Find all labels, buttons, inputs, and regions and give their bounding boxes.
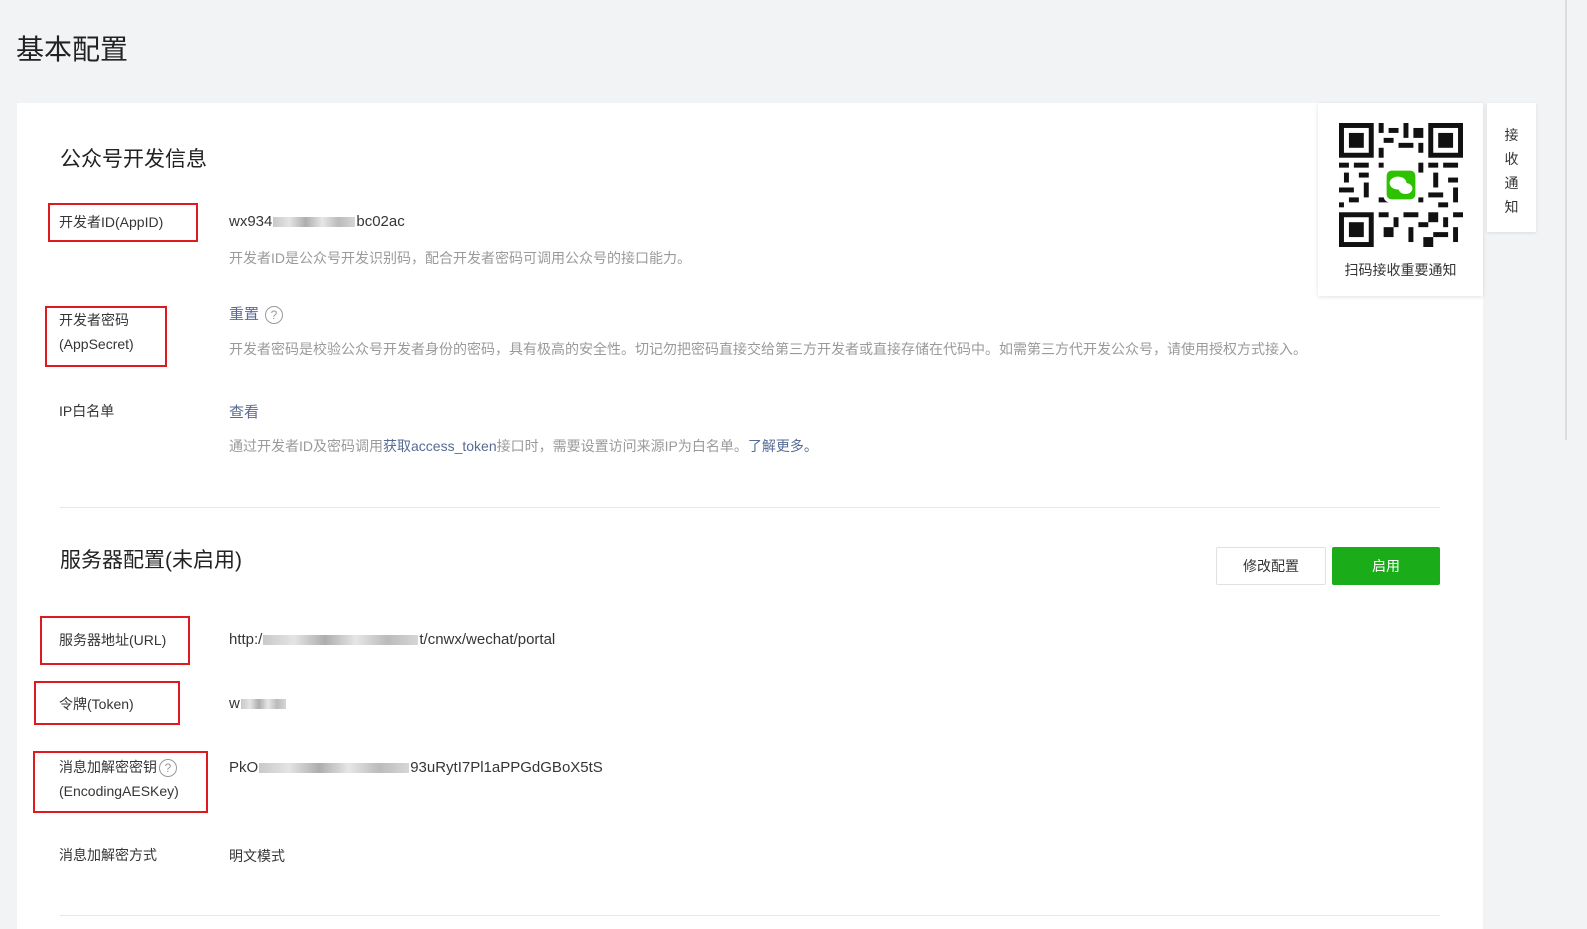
aeskey-label-line1: 消息加解密密钥 (59, 759, 157, 775)
qr-card: 扫码接收重要通知 (1318, 103, 1483, 296)
appid-value: wx934 bc02ac (229, 213, 405, 230)
page-title: 基本配置 (16, 34, 129, 65)
enable-button[interactable]: 启用 (1332, 547, 1440, 585)
aeskey-suffix: 93uRytI7Pl1aPPGdGBoX5tS (410, 759, 603, 776)
aeskey-value: PkO 93uRytI7Pl1aPPGdGBoX5tS (229, 759, 603, 776)
notify-char: 知 (1504, 199, 1519, 215)
token-label: 令牌(Token) (59, 696, 134, 712)
server-url-label: 服务器地址(URL) (59, 632, 167, 648)
redacted-mask (263, 635, 419, 646)
appid-label: 开发者ID(AppID) (59, 214, 164, 230)
secret-label-line1: 开发者密码 (59, 312, 129, 328)
aeskey-label: 消息加解密密钥? (EncodingAESKey) (59, 755, 179, 803)
receive-notification-tab[interactable]: 接 收 通 知 (1487, 103, 1536, 232)
appid-description: 开发者ID是公众号开发识别码，配合开发者密码可调用公众号的接口能力。 (229, 250, 691, 266)
modify-config-button[interactable]: 修改配置 (1216, 547, 1326, 585)
redacted-mask (240, 699, 286, 710)
notify-char: 通 (1504, 175, 1519, 191)
help-icon[interactable]: ? (159, 759, 177, 778)
notify-char: 接 (1504, 127, 1519, 143)
dev-info-title: 公众号开发信息 (60, 148, 207, 171)
ip-whitelist-label: IP白名单 (59, 403, 115, 419)
appid-value-suffix: bc02ac (356, 213, 405, 230)
learn-more-link[interactable]: 了解更多。 (748, 438, 818, 454)
ip-desc-text-2: 接口时，需要设置访问来源IP为白名单。 (496, 438, 748, 454)
token-value: w (229, 695, 287, 712)
notify-char: 收 (1504, 151, 1519, 167)
help-icon[interactable]: ? (265, 306, 284, 325)
token-prefix: w (229, 695, 240, 712)
section-divider (60, 507, 1440, 508)
url-suffix: t/cnwx/wechat/portal (419, 631, 556, 648)
qr-caption: 扫码接收重要通知 (1344, 262, 1457, 278)
encrypt-mode-label: 消息加解密方式 (59, 847, 157, 863)
ip-actions: 查看 (229, 401, 259, 422)
secret-label: 开发者密码 (AppSecret) (59, 308, 134, 356)
config-card: 公众号开发信息 开发者ID(AppID) wx934 bc02ac 开发者ID是公… (17, 103, 1483, 929)
secret-actions: 重置? (229, 303, 284, 325)
access-token-link[interactable]: 获取access_token (383, 438, 497, 454)
server-url-value: http:/ t/cnwx/wechat/portal (229, 631, 555, 648)
redacted-mask (273, 217, 356, 228)
qr-code-image (1339, 123, 1463, 247)
secret-label-line2: (AppSecret) (59, 336, 134, 352)
section-divider-bottom (60, 915, 1440, 916)
encrypt-mode-value: 明文模式 (229, 848, 285, 864)
aeskey-prefix: PkO (229, 759, 259, 776)
secret-description: 开发者密码是校验公众号开发者身份的密码，具有极高的安全性。切记勿把密码直接交给第… (229, 341, 1307, 357)
aeskey-label-line1-row: 消息加解密密钥? (59, 755, 179, 779)
reset-secret-link[interactable]: 重置 (229, 306, 259, 323)
aeskey-label-line2: (EncodingAESKey) (59, 783, 179, 799)
redacted-mask (259, 763, 410, 774)
scrollbar[interactable] (1565, 0, 1567, 440)
appid-value-prefix: wx934 (229, 213, 273, 230)
ip-description: 通过开发者ID及密码调用获取access_token接口时，需要设置访问来源IP… (229, 436, 818, 456)
ip-desc-text: 通过开发者ID及密码调用 (229, 438, 383, 454)
view-ip-whitelist-link[interactable]: 查看 (229, 404, 259, 421)
server-config-title: 服务器配置(未启用) (60, 549, 242, 572)
url-prefix: http:/ (229, 631, 263, 648)
